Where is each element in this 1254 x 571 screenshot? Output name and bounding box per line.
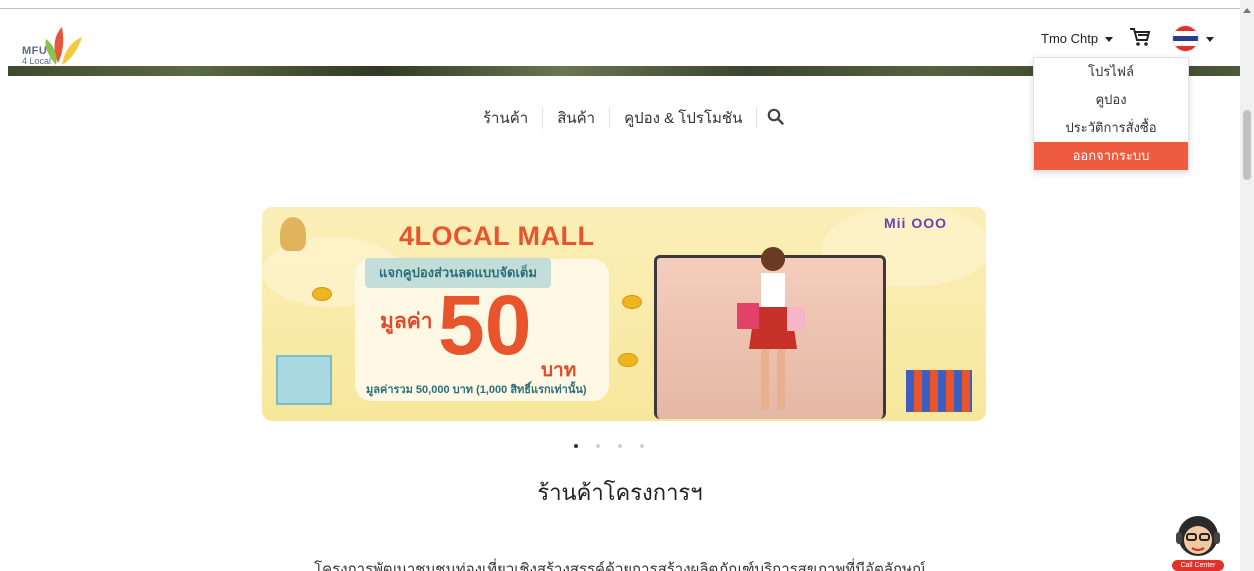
main-nav: ร้านค้า สินค้า คูปอง & โปรโมชัน bbox=[469, 104, 794, 132]
user-name: Tmo Chtp bbox=[1041, 31, 1099, 46]
banner-value-label: มูลค่า bbox=[380, 310, 433, 333]
section-title: ร้านค้าโครงการฯ bbox=[537, 480, 703, 505]
nav-item-products[interactable]: สินค้า bbox=[543, 106, 609, 130]
carousel-dot[interactable] bbox=[618, 444, 622, 448]
banner-fine-print: มูลค่ารวม 50,000 บาท (1,000 สิทธิ์แรกเท่… bbox=[366, 384, 587, 396]
user-dropdown-menu: โปรไฟล์ คูปอง ประวัติการสั่งซื้อ ออกจากร… bbox=[1033, 57, 1189, 171]
caret-down-icon bbox=[1206, 36, 1214, 42]
logo-text-4local: 4 Local bbox=[22, 56, 52, 66]
cart-icon[interactable] bbox=[1129, 27, 1151, 47]
carousel-dot[interactable] bbox=[640, 444, 644, 448]
menu-item-coupons[interactable]: คูปอง bbox=[1034, 86, 1188, 114]
language-selector[interactable] bbox=[1172, 24, 1214, 52]
carousel-dot[interactable] bbox=[596, 444, 600, 448]
coin-icon bbox=[622, 295, 642, 309]
scrollbar-thumb[interactable] bbox=[1243, 110, 1251, 180]
coin-icon bbox=[312, 287, 332, 301]
page-scrollbar[interactable] bbox=[1240, 0, 1254, 571]
partner-logos: Mii OOO bbox=[884, 215, 947, 231]
thailand-flag-icon bbox=[1172, 24, 1199, 52]
caret-down-icon bbox=[1105, 37, 1114, 42]
search-icon[interactable] bbox=[757, 108, 794, 129]
call-center-label: Call Center bbox=[1172, 560, 1224, 571]
gift-bag-icon bbox=[906, 370, 972, 412]
royal-emblem-icon bbox=[280, 217, 306, 251]
call-center-avatar-icon bbox=[1176, 516, 1220, 556]
call-center-widget[interactable]: Call Center bbox=[1170, 512, 1226, 571]
site-logo[interactable]: MFU 4 Local bbox=[22, 23, 86, 69]
menu-item-profile[interactable]: โปรไฟล์ bbox=[1034, 58, 1188, 86]
nav-item-shops[interactable]: ร้านค้า bbox=[469, 106, 542, 130]
model-illustration bbox=[737, 247, 805, 409]
gift-box-icon bbox=[276, 355, 332, 405]
nav-item-coupons[interactable]: คูปอง & โปรโมชัน bbox=[610, 106, 756, 130]
banner-value-amount: 50 bbox=[438, 278, 532, 372]
promo-banner[interactable]: 4LOCAL MALL แจกคูปองส่วนลดแบบจัดเต็ม มูล… bbox=[262, 207, 986, 421]
carousel-dots bbox=[574, 444, 644, 448]
coin-icon bbox=[618, 353, 638, 367]
banner-brand: 4LOCAL MALL bbox=[399, 221, 595, 251]
section-description: โครงการพัฒนาชุมชนท่องเที่ยวเชิงสร้างสรรค… bbox=[314, 561, 926, 571]
menu-item-order-history[interactable]: ประวัติการสั่งซื้อ bbox=[1034, 114, 1188, 142]
menu-item-logout[interactable]: ออกจากระบบ bbox=[1034, 142, 1188, 170]
carousel-dot[interactable] bbox=[574, 444, 578, 448]
user-menu-toggle[interactable]: Tmo Chtp bbox=[1041, 31, 1114, 46]
scroll-up-arrow-icon[interactable] bbox=[1243, 8, 1251, 13]
